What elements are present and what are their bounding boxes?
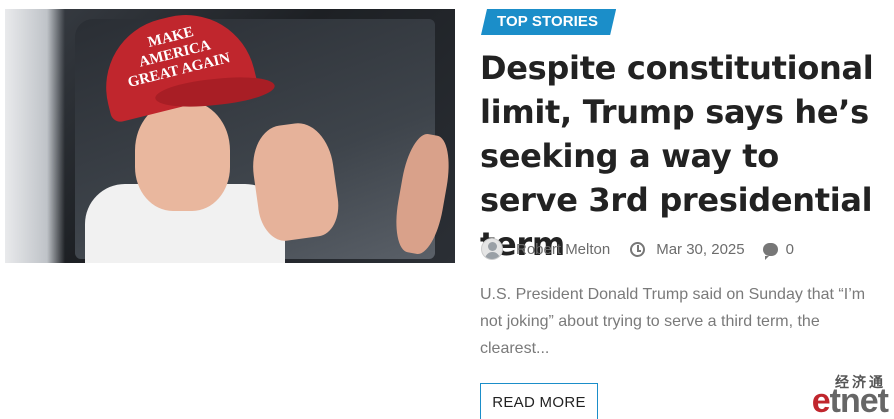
watermark-logo-rest: tnet bbox=[829, 382, 889, 419]
etnet-watermark: 经济通 etnet bbox=[808, 372, 892, 419]
article-excerpt: U.S. President Donald Trump said on Sund… bbox=[480, 286, 866, 357]
clock-icon bbox=[630, 241, 646, 257]
article-headline[interactable]: Despite constitutional limit, Trump says… bbox=[480, 46, 885, 266]
comment-count[interactable]: 0 bbox=[786, 241, 794, 258]
article-meta: Robert Melton Mar 30, 2025 0 bbox=[481, 237, 794, 261]
watermark-logo-e: e bbox=[811, 382, 831, 419]
car-frame bbox=[5, 9, 65, 263]
article-image[interactable]: MAKE AMERICA GREAT AGAIN bbox=[5, 9, 455, 263]
category-badge[interactable]: TOP STORIES bbox=[481, 9, 616, 35]
watermark-logo: etnet bbox=[811, 382, 889, 419]
author-avatar[interactable] bbox=[481, 238, 503, 260]
face bbox=[135, 101, 230, 211]
author-name[interactable]: Robert Melton bbox=[516, 241, 610, 258]
comment-icon[interactable] bbox=[762, 242, 778, 260]
publish-date: Mar 30, 2025 bbox=[656, 240, 745, 258]
read-more-button[interactable]: READ MORE bbox=[480, 383, 598, 419]
